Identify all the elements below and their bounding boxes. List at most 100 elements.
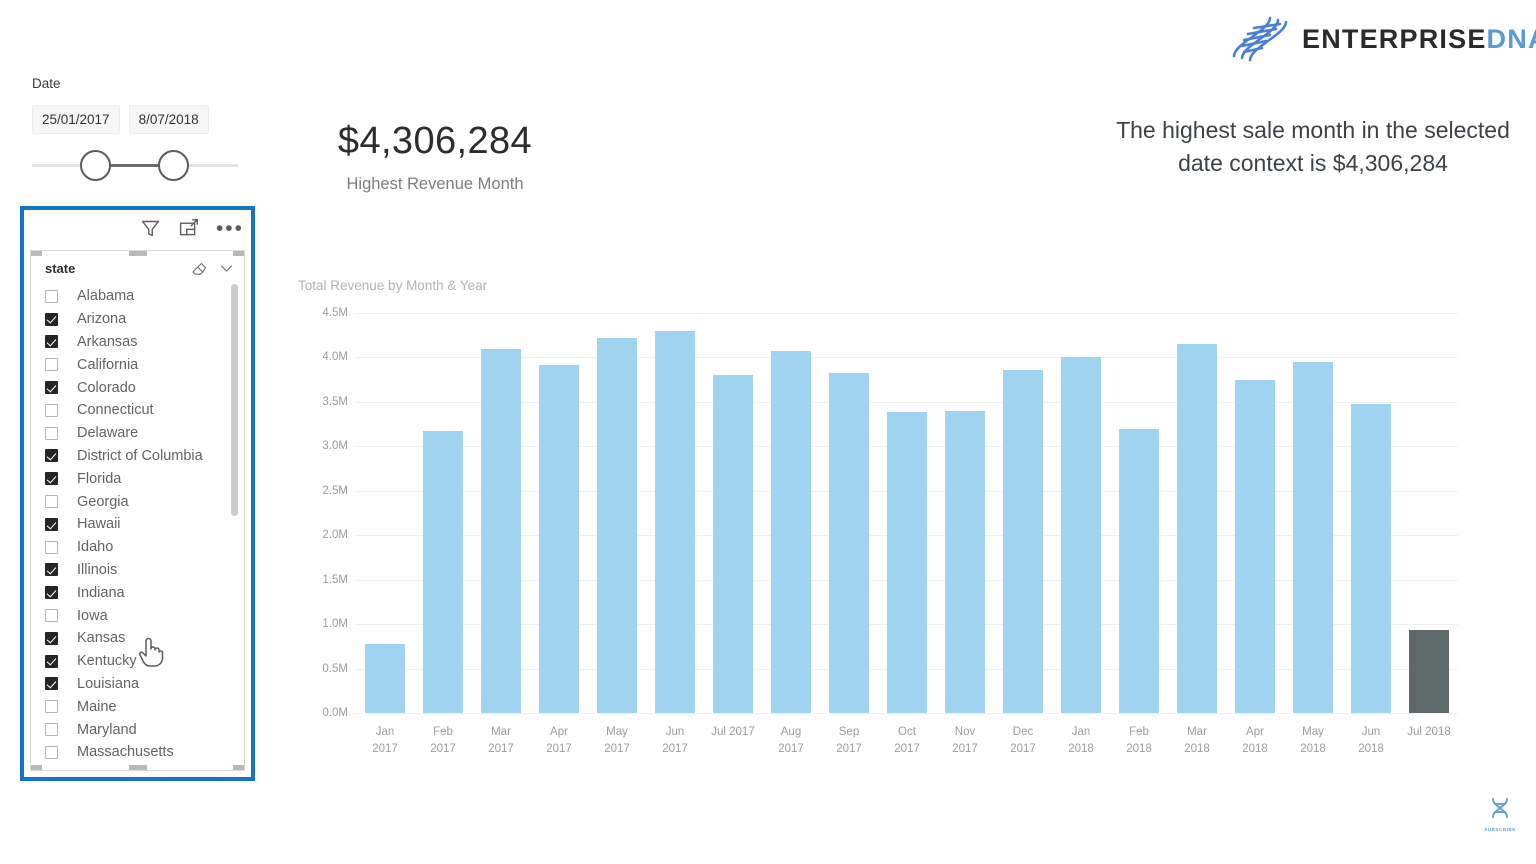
bar-slot[interactable] bbox=[646, 313, 704, 713]
state-list-item[interactable]: Connecticut bbox=[45, 399, 244, 422]
state-checkbox[interactable] bbox=[45, 495, 58, 509]
state-list-item[interactable]: Louisiana bbox=[45, 673, 244, 696]
total-revenue-bar-chart[interactable]: 4.5M 4.0M 3.5M 3.0M 2.5M 2.0M 1.5M 1.0M 0.5M 0.0M… bbox=[298, 300, 1478, 770]
slider-handle-start[interactable] bbox=[80, 150, 111, 181]
state-checkbox[interactable] bbox=[45, 358, 58, 372]
date-slicer[interactable]: Date 25/01/2017 8/07/2018 bbox=[32, 76, 247, 188]
eraser-clear-selections-icon[interactable] bbox=[190, 260, 207, 277]
chart-bar[interactable] bbox=[829, 372, 869, 713]
bar-slot[interactable] bbox=[1342, 313, 1400, 713]
chart-bar[interactable] bbox=[481, 348, 521, 713]
chart-bar[interactable] bbox=[1061, 357, 1101, 713]
state-list-item[interactable]: Arkansas bbox=[45, 331, 244, 354]
chart-bar[interactable] bbox=[1003, 369, 1043, 713]
date-range-slider[interactable] bbox=[32, 144, 247, 188]
bar-slot[interactable] bbox=[1110, 313, 1168, 713]
bar-slot[interactable] bbox=[1168, 313, 1226, 713]
bar-slot[interactable] bbox=[530, 313, 588, 713]
state-checkbox[interactable] bbox=[45, 654, 58, 668]
date-end-input[interactable]: 8/07/2018 bbox=[128, 105, 209, 134]
state-checkbox[interactable] bbox=[45, 540, 58, 554]
bar-slot[interactable] bbox=[820, 313, 878, 713]
resize-handle-top-center[interactable] bbox=[128, 251, 147, 256]
state-list-item[interactable]: Iowa bbox=[45, 604, 244, 627]
state-list-item[interactable]: Georgia bbox=[45, 490, 244, 513]
state-list-item[interactable]: Arizona bbox=[45, 308, 244, 331]
chart-bar[interactable] bbox=[1409, 630, 1449, 713]
state-checkbox[interactable] bbox=[45, 586, 58, 600]
state-list-item[interactable]: Illinois bbox=[45, 559, 244, 582]
chart-bar[interactable] bbox=[655, 330, 695, 713]
state-checkbox[interactable] bbox=[45, 426, 58, 440]
focus-mode-icon[interactable] bbox=[178, 218, 199, 239]
state-checkbox[interactable] bbox=[45, 472, 58, 486]
bar-slot[interactable] bbox=[1226, 313, 1284, 713]
more-options-icon[interactable]: ••• bbox=[216, 218, 244, 239]
state-checkbox[interactable] bbox=[45, 312, 58, 326]
chart-bar[interactable] bbox=[423, 431, 463, 713]
chart-bars[interactable] bbox=[356, 313, 1458, 713]
slider-handle-end[interactable] bbox=[158, 150, 189, 181]
resize-handle-top-right[interactable] bbox=[233, 251, 244, 256]
chart-bar[interactable] bbox=[1351, 403, 1391, 713]
date-start-input[interactable]: 25/01/2017 bbox=[32, 105, 120, 134]
bar-slot[interactable] bbox=[588, 313, 646, 713]
bar-slot[interactable] bbox=[356, 313, 414, 713]
state-checkbox[interactable] bbox=[45, 700, 58, 714]
chevron-down-icon[interactable] bbox=[219, 261, 234, 276]
state-slicer-visual[interactable]: ••• state Alabama Arizona Arkansas Calif… bbox=[20, 206, 255, 781]
state-list-item[interactable]: Massachusetts bbox=[45, 741, 244, 764]
slicer-scrollbar-thumb[interactable] bbox=[231, 284, 238, 516]
state-checkbox-list[interactable]: Alabama Arizona Arkansas California Colorado… bbox=[31, 283, 244, 764]
state-checkbox[interactable] bbox=[45, 723, 58, 737]
chart-bar[interactable] bbox=[771, 351, 811, 713]
resize-handle-bottom-center[interactable] bbox=[128, 765, 147, 770]
resize-handle-bottom-left[interactable] bbox=[31, 765, 42, 770]
state-list-item[interactable]: Delaware bbox=[45, 422, 244, 445]
chart-bar[interactable] bbox=[1235, 379, 1275, 713]
state-checkbox[interactable] bbox=[45, 677, 58, 691]
bar-slot[interactable] bbox=[704, 313, 762, 713]
state-list-item[interactable]: Alabama bbox=[45, 285, 244, 308]
chart-bar[interactable] bbox=[1119, 428, 1159, 713]
chart-bar[interactable] bbox=[1177, 344, 1217, 713]
state-list-item[interactable]: California bbox=[45, 353, 244, 376]
state-list-item[interactable]: Kansas bbox=[45, 627, 244, 650]
chart-bar[interactable] bbox=[539, 365, 579, 713]
state-checkbox[interactable] bbox=[45, 631, 58, 645]
state-list-item[interactable]: Florida bbox=[45, 467, 244, 490]
state-checkbox[interactable] bbox=[45, 609, 58, 623]
state-checkbox[interactable] bbox=[45, 289, 58, 303]
state-checkbox[interactable] bbox=[45, 517, 58, 531]
chart-bar[interactable] bbox=[945, 410, 985, 713]
state-list-item[interactable]: Idaho bbox=[45, 536, 244, 559]
state-list-item[interactable]: Indiana bbox=[45, 581, 244, 604]
filter-funnel-icon[interactable] bbox=[140, 218, 161, 239]
bar-slot[interactable] bbox=[414, 313, 472, 713]
bar-slot[interactable] bbox=[1052, 313, 1110, 713]
state-list-item[interactable]: Hawaii bbox=[45, 513, 244, 536]
chart-bar[interactable] bbox=[597, 337, 637, 713]
bar-slot[interactable] bbox=[1400, 313, 1458, 713]
bar-slot[interactable] bbox=[936, 313, 994, 713]
state-list-item[interactable]: Maryland bbox=[45, 718, 244, 741]
bar-slot[interactable] bbox=[994, 313, 1052, 713]
chart-bar[interactable] bbox=[887, 411, 927, 713]
bar-slot[interactable] bbox=[1284, 313, 1342, 713]
state-list-item[interactable]: District of Columbia bbox=[45, 445, 244, 468]
resize-handle-top-left[interactable] bbox=[31, 251, 42, 256]
bar-slot[interactable] bbox=[472, 313, 530, 713]
chart-bar[interactable] bbox=[713, 375, 753, 713]
state-checkbox[interactable] bbox=[45, 745, 58, 759]
state-list-item[interactable]: Maine bbox=[45, 695, 244, 718]
bar-slot[interactable] bbox=[878, 313, 936, 713]
state-checkbox[interactable] bbox=[45, 381, 58, 395]
resize-handle-bottom-right[interactable] bbox=[233, 765, 244, 770]
state-list-item[interactable]: Colorado bbox=[45, 376, 244, 399]
state-checkbox[interactable] bbox=[45, 403, 58, 417]
chart-bar[interactable] bbox=[1293, 361, 1333, 713]
chart-bar[interactable] bbox=[365, 643, 405, 713]
state-checkbox[interactable] bbox=[45, 563, 58, 577]
state-checkbox[interactable] bbox=[45, 449, 58, 463]
state-list-item[interactable]: Kentucky bbox=[45, 650, 244, 673]
